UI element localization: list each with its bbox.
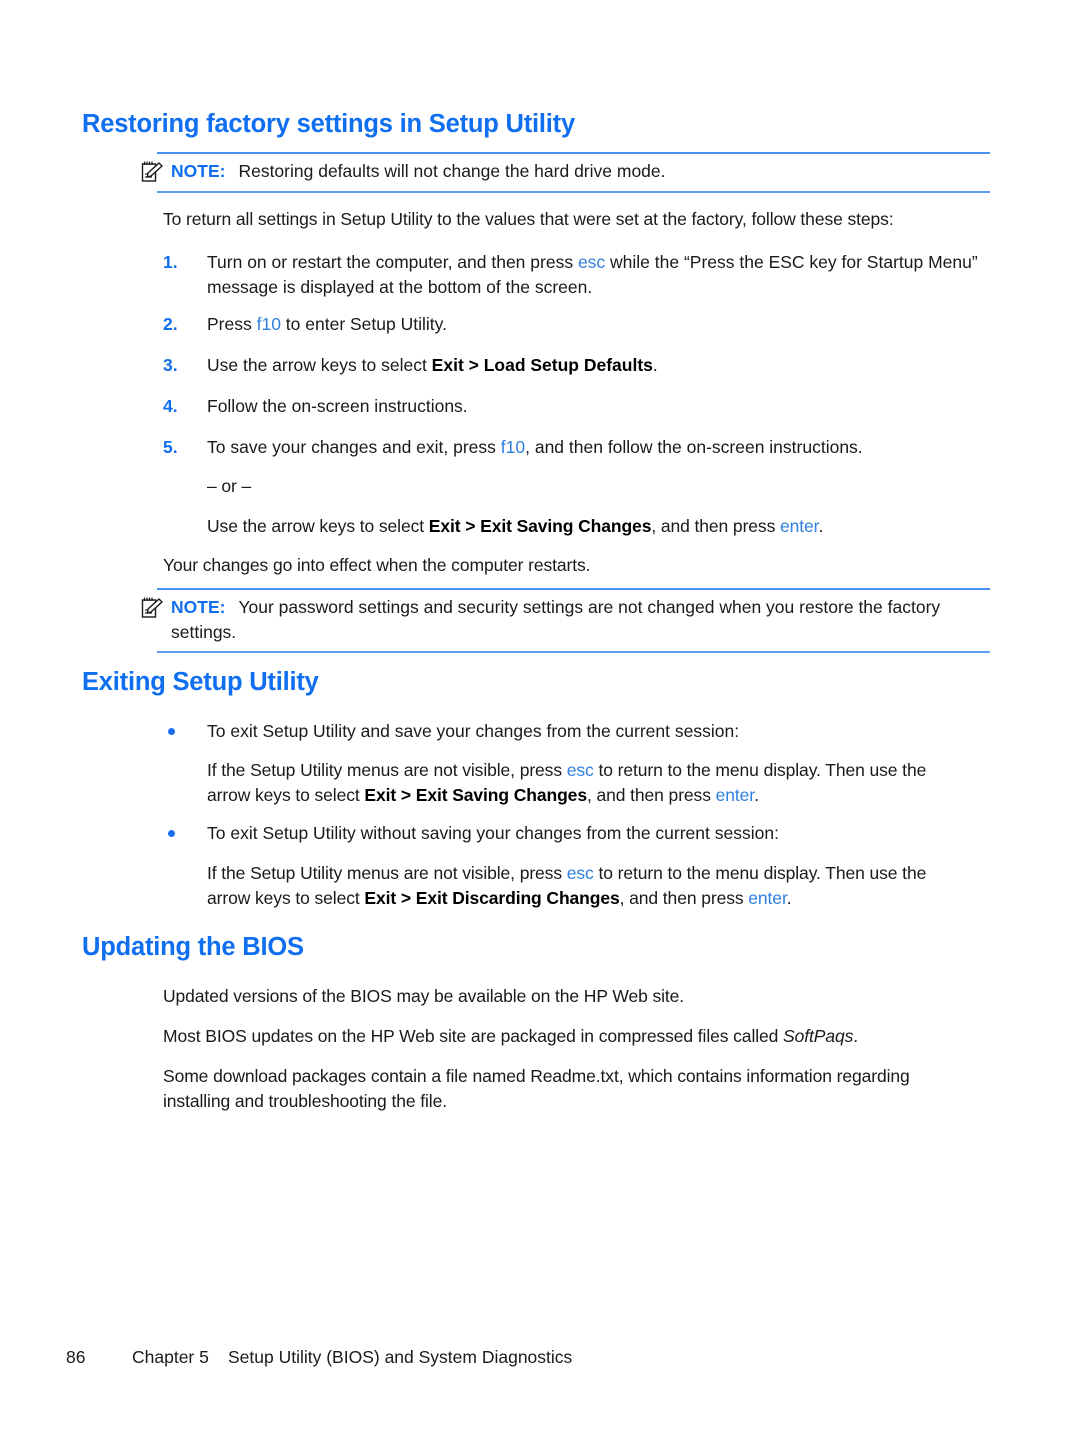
text-run: Use the arrow keys to select (207, 355, 432, 375)
note-box-password: NOTE: Your password settings and security… (141, 588, 990, 653)
text-run: , and then press (651, 516, 780, 536)
numbered-step-5: 5. To save your changes and exit, press … (163, 435, 988, 460)
text-run: . (652, 355, 658, 375)
key-reference: esc (577, 252, 606, 272)
numbered-step-1: 1. Turn on or restart the computer, and … (163, 250, 988, 300)
step-number: 1. (163, 252, 178, 272)
restoring-intro-paragraph: To return all settings in Setup Utility … (163, 209, 894, 229)
note-body: NOTE: Your password settings and security… (141, 590, 990, 651)
numbered-step-2: 2. Press f10 to enter Setup Utility. (163, 312, 988, 337)
note-text-wrapper: NOTE: Your password settings and security… (171, 595, 990, 645)
bullet-detail-discard-changes: If the Setup Utility menus are not visib… (207, 861, 967, 911)
text-run: , and then press (619, 888, 749, 908)
note-label: NOTE: (171, 161, 226, 181)
step-number: 5. (163, 437, 178, 457)
key-reference: enter (715, 785, 755, 805)
bullet-dot-icon (168, 830, 175, 837)
footer-chapter: Chapter 5 (132, 1347, 209, 1367)
text-run: . (818, 516, 824, 536)
bullet-item-save-changes: To exit Setup Utility and save your chan… (163, 719, 988, 744)
restoring-alternative-instruction: Use the arrow keys to select Exit > Exit… (207, 514, 997, 539)
emphasis-bold: Exit > Exit Saving Changes (428, 516, 652, 536)
text-run: Turn on or restart the computer, and the… (207, 252, 578, 272)
step-text: Follow the on-screen instructions. (207, 394, 988, 419)
note-rule-bottom (157, 191, 990, 193)
bios-paragraph-1: Updated versions of the BIOS may be avai… (163, 984, 993, 1009)
emphasis-bold: Exit > Exit Discarding Changes (364, 888, 620, 908)
text-run: . (786, 888, 792, 908)
footer-chapter-title: Setup Utility (BIOS) and System Diagnost… (228, 1347, 573, 1367)
key-reference: enter (748, 888, 787, 908)
key-reference: enter (780, 516, 819, 536)
note-text: Restoring defaults will not change the h… (238, 161, 666, 181)
text-run: , and then follow the on-screen instruct… (525, 437, 863, 457)
emphasis-italic: SoftPaqs (783, 1026, 854, 1046)
bullet-dot-icon (168, 728, 175, 735)
note-pencil-icon (141, 160, 163, 184)
text-run: If the Setup Utility menus are not visib… (207, 863, 567, 883)
text-run: . (754, 785, 759, 805)
section-heading-exiting: Exiting Setup Utility (82, 668, 319, 696)
key-reference: f10 (256, 314, 281, 334)
text-run: Press (207, 314, 257, 334)
numbered-step-3: 3. Use the arrow keys to select Exit > L… (163, 353, 988, 378)
bios-paragraph-3: Some download packages contain a file na… (163, 1064, 963, 1114)
footer-page-number: 86 (66, 1347, 86, 1367)
note-body: NOTE: Restoring defaults will not change … (141, 154, 990, 191)
note-box-restoring: NOTE: Restoring defaults will not change … (141, 152, 990, 193)
document-page: Restoring factory settings in Setup Util… (0, 0, 1080, 1437)
note-text-wrapper: NOTE: Restoring defaults will not change … (171, 159, 990, 184)
step-text: Press f10 to enter Setup Utility. (207, 312, 988, 337)
text-run: . (853, 1026, 859, 1046)
emphasis-bold: Exit > Exit Saving Changes (364, 785, 587, 805)
text-run: Updated versions of the BIOS may be avai… (163, 986, 685, 1006)
page-footer: 86 Chapter 5 Setup Utility (BIOS) and Syst… (66, 1346, 1026, 1368)
text-run: Use the arrow keys to select (207, 516, 429, 536)
text-run: Follow the on-screen instructions. (207, 396, 468, 416)
step-text: Use the arrow keys to select Exit > Load… (207, 353, 988, 378)
key-reference: f10 (500, 437, 526, 457)
restoring-closing-paragraph: Your changes go into effect when the com… (163, 555, 591, 575)
step-text: Turn on or restart the computer, and the… (207, 250, 988, 300)
numbered-step-4: 4. Follow the on-screen instructions. (163, 394, 988, 419)
text-run: , and then press (586, 785, 716, 805)
step-number: 4. (163, 396, 178, 416)
text-run: Some download packages contain a file na… (163, 1066, 910, 1111)
emphasis-bold: Exit > Load Setup Defaults (431, 355, 653, 375)
step-text: To save your changes and exit, press f10… (207, 435, 988, 460)
key-reference: esc (566, 863, 594, 883)
bullet-item-discard-changes: To exit Setup Utility without saving you… (163, 821, 988, 846)
bullet-lead-text: To exit Setup Utility without saving you… (207, 823, 779, 843)
note-rule-bottom (157, 651, 990, 653)
text-run: to enter Setup Utility. (280, 314, 447, 334)
key-reference: esc (566, 760, 594, 780)
text-run: If the Setup Utility menus are not visib… (207, 760, 567, 780)
text-run: To save your changes and exit, press (207, 437, 501, 457)
bios-paragraph-2: Most BIOS updates on the HP Web site are… (163, 1024, 993, 1049)
step-number: 2. (163, 314, 178, 334)
bullet-lead-text: To exit Setup Utility and save your chan… (207, 721, 740, 741)
note-text: Your password settings and security sett… (171, 597, 941, 642)
section-heading-bios: Updating the BIOS (82, 933, 304, 961)
bullet-detail-save-changes: If the Setup Utility menus are not visib… (207, 758, 967, 808)
or-separator: – or – (207, 476, 252, 496)
note-pencil-icon (141, 596, 163, 620)
text-run: Most BIOS updates on the HP Web site are… (163, 1026, 784, 1046)
section-heading-restoring: Restoring factory settings in Setup Util… (82, 110, 575, 138)
note-label: NOTE: (171, 597, 226, 617)
step-number: 3. (163, 355, 178, 375)
